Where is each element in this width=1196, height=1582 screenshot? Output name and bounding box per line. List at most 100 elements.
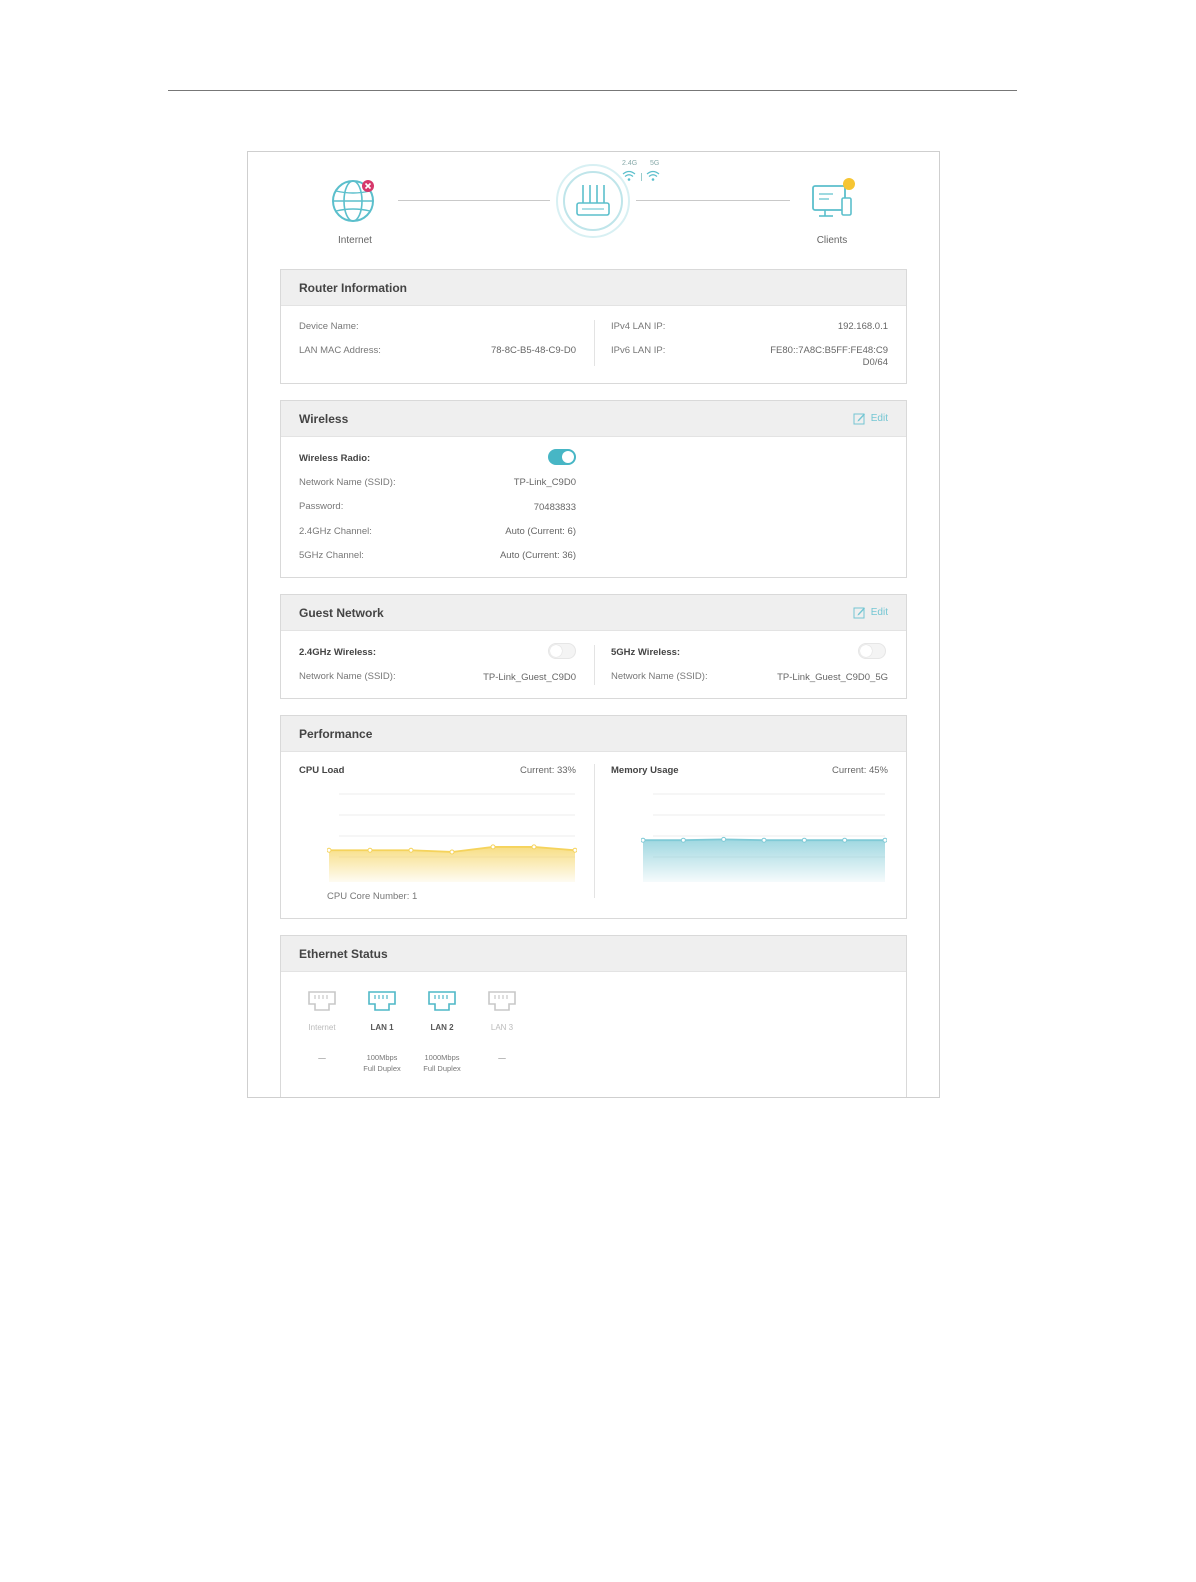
memory-usage-point bbox=[641, 837, 646, 843]
memory-usage-point bbox=[721, 836, 727, 842]
wireless-title: Wireless bbox=[299, 411, 349, 426]
ipv4-lan-ip-label: IPv4 LAN IP: bbox=[611, 321, 666, 332]
router-info-divider bbox=[594, 320, 595, 366]
cpu-load-point bbox=[449, 849, 455, 855]
page-top-rule bbox=[168, 90, 1017, 91]
ipv6-lan-ip-value-line1: FE80::7A8C:B5FF:FE48:C9 bbox=[770, 345, 888, 356]
ethernet-port-speed: 100Mbps Full Duplex bbox=[363, 1053, 401, 1073]
ethernet-port-speed: — bbox=[498, 1053, 506, 1062]
guest-5-ssid-value: TP-Link_Guest_C9D0_5G bbox=[777, 672, 888, 683]
topology-clients-label: Clients bbox=[816, 235, 848, 246]
cpu-load-point bbox=[531, 844, 537, 850]
wireless-header: Wireless Edit bbox=[281, 401, 906, 437]
ethernet-port-name: LAN 1 bbox=[370, 1023, 394, 1032]
wireless-password-value: 70483833 bbox=[533, 502, 576, 513]
ethernet-status-card: Ethernet Status Internet — LAN 1 100Mbps Ful… bbox=[280, 935, 907, 1097]
ethernet-port-lan-3[interactable]: LAN 3 — bbox=[477, 990, 527, 1063]
router-information-card: Router Information Device Name: LAN MAC … bbox=[280, 269, 907, 384]
ethernet-port-name: Internet bbox=[308, 1023, 336, 1032]
wifi-24-icon bbox=[622, 170, 636, 181]
guest-network-header: Guest Network Edit bbox=[281, 595, 906, 631]
lan-mac-label: LAN MAC Address: bbox=[299, 345, 381, 356]
memory-usage-point bbox=[882, 837, 887, 843]
wireless-password-label: Password: bbox=[299, 501, 344, 512]
memory-usage-area bbox=[643, 839, 885, 882]
guest-5-wireless-toggle[interactable] bbox=[858, 643, 886, 659]
topology-internet-label: Internet bbox=[338, 235, 372, 246]
router-icon bbox=[576, 185, 610, 216]
performance-card: Performance CPU Load Current: 33% CPU Co… bbox=[280, 715, 907, 919]
ethernet-port-name: LAN 3 bbox=[490, 1023, 514, 1032]
router-information-title: Router Information bbox=[299, 280, 407, 295]
guest-24-wireless-label: 2.4GHz Wireless: bbox=[299, 647, 377, 658]
ethernet-status-header: Ethernet Status bbox=[281, 936, 906, 972]
router-information-header: Router Information bbox=[281, 270, 906, 306]
ipv4-lan-ip-value: 192.168.0.1 bbox=[837, 321, 888, 332]
memory-usage-point bbox=[842, 837, 848, 843]
band-5-label: 5G bbox=[650, 160, 660, 167]
guest-24-ssid-value: TP-Link_Guest_C9D0 bbox=[483, 672, 576, 683]
wireless-radio-toggle[interactable] bbox=[548, 449, 576, 465]
wireless-edit-label: Edit bbox=[870, 413, 888, 424]
ethernet-port-name: LAN 2 bbox=[430, 1023, 454, 1032]
ethernet-port-lan-1[interactable]: LAN 1 100Mbps Full Duplex bbox=[357, 990, 407, 1074]
performance-header: Performance bbox=[281, 716, 906, 752]
channel-24-label: 2.4GHz Channel: bbox=[299, 526, 372, 537]
cpu-core-number: CPU Core Number: 1 bbox=[327, 891, 418, 902]
topology-link-left bbox=[398, 200, 550, 201]
guest-network-title: Guest Network bbox=[299, 605, 384, 620]
wireless-radio-label: Wireless Radio: bbox=[299, 453, 371, 464]
ipv6-lan-ip-value-line2: D0/64 bbox=[862, 357, 888, 368]
memory-usage-chart bbox=[641, 793, 887, 882]
guest-5-wireless-label: 5GHz Wireless: bbox=[611, 647, 681, 658]
lan-mac-value: 78-8C-B5-48-C9-D0 bbox=[490, 345, 576, 356]
cpu-load-point bbox=[572, 847, 577, 853]
ethernet-port-icon bbox=[308, 991, 336, 1011]
channel-24-value: Auto (Current: 6) bbox=[505, 526, 576, 537]
performance-divider bbox=[594, 764, 595, 898]
performance-title: Performance bbox=[299, 726, 373, 741]
ethernet-status-title: Ethernet Status bbox=[299, 946, 388, 961]
cpu-load-chart bbox=[327, 793, 577, 882]
ethernet-port-speed: — bbox=[318, 1053, 326, 1062]
guest-5-ssid-label: Network Name (SSID): bbox=[611, 671, 708, 682]
cpu-load-point bbox=[367, 847, 373, 853]
topology-clients[interactable]: Clients bbox=[804, 176, 860, 246]
cpu-load-point bbox=[408, 847, 414, 853]
topology-link-right bbox=[636, 200, 790, 201]
router-hub[interactable] bbox=[556, 164, 630, 238]
wireless-card: Wireless Edit Wireless Radio: Network Na… bbox=[280, 400, 907, 578]
memory-usage-label: Memory Usage bbox=[611, 765, 679, 776]
memory-usage-point bbox=[801, 837, 807, 843]
guest-network-card: Guest Network Edit 2.4GHz Wireless: Netw… bbox=[280, 594, 907, 699]
memory-current-value: Current: 45% bbox=[832, 765, 888, 776]
topology-internet[interactable]: Internet bbox=[324, 176, 386, 246]
wireless-edit-button[interactable]: Edit bbox=[853, 412, 888, 425]
guest-edit-button[interactable]: Edit bbox=[853, 606, 888, 619]
router-dashboard: Internet 2.4G 5G Clients Router Informat… bbox=[247, 151, 940, 1098]
wireless-ssid-value: TP-Link_C9D0 bbox=[513, 477, 576, 488]
memory-usage-point bbox=[761, 837, 767, 843]
ethernet-port-internet[interactable]: Internet — bbox=[297, 990, 347, 1063]
guest-24-ssid-label: Network Name (SSID): bbox=[299, 671, 396, 682]
ethernet-port-icon bbox=[368, 991, 396, 1011]
guest-divider bbox=[594, 645, 595, 685]
cpu-load-point bbox=[490, 844, 496, 850]
ethernet-port-lan-2[interactable]: LAN 2 1000Mbps Full Duplex bbox=[417, 990, 467, 1074]
edit-icon bbox=[853, 607, 865, 619]
cpu-load-point bbox=[327, 847, 332, 853]
band-24-label: 2.4G bbox=[622, 160, 638, 167]
globe-icon bbox=[332, 180, 374, 222]
ethernet-port-speed: 1000Mbps Full Duplex bbox=[423, 1053, 461, 1073]
clients-icon bbox=[812, 178, 855, 217]
ethernet-port-icon bbox=[428, 991, 456, 1011]
cpu-current-value: Current: 33% bbox=[520, 765, 576, 776]
cpu-load-label: CPU Load bbox=[299, 765, 345, 776]
channel-5-value: Auto (Current: 36) bbox=[499, 550, 576, 561]
wifi-5-icon bbox=[646, 170, 660, 181]
channel-5-label: 5GHz Channel: bbox=[299, 550, 364, 561]
wireless-ssid-label: Network Name (SSID): bbox=[299, 477, 396, 488]
band-divider bbox=[641, 173, 642, 181]
memory-usage-point bbox=[680, 837, 686, 843]
guest-24-wireless-toggle[interactable] bbox=[548, 643, 576, 659]
